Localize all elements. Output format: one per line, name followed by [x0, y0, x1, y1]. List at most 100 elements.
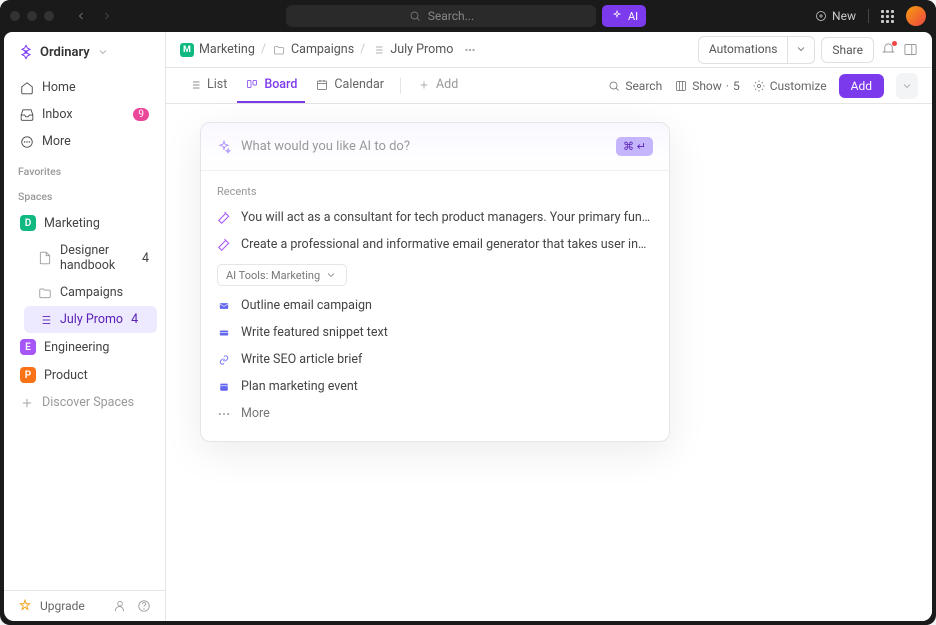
- add-task-dropdown[interactable]: [896, 73, 918, 99]
- recent-item[interactable]: Create a professional and informative em…: [215, 231, 655, 258]
- recent-item[interactable]: You will act as a consultant for tech pr…: [215, 204, 655, 231]
- sidebar-item-july-promo[interactable]: July Promo 4: [24, 306, 157, 333]
- plus-circle-icon: [814, 9, 828, 23]
- traffic-lights: [10, 11, 54, 21]
- chevron-down-icon: [96, 45, 110, 59]
- list-icon: [188, 78, 202, 92]
- automations-dropdown[interactable]: [788, 36, 815, 64]
- close-window[interactable]: [10, 11, 20, 21]
- upgrade-link[interactable]: Upgrade: [40, 599, 85, 613]
- sidebar-footer: Upgrade: [4, 590, 165, 621]
- space-badge: E: [20, 339, 36, 355]
- discover-spaces[interactable]: Discover Spaces: [12, 389, 157, 416]
- nav-forward[interactable]: [96, 5, 118, 27]
- notification-dot: [892, 41, 897, 46]
- breadcrumb-space[interactable]: M Marketing: [180, 42, 255, 57]
- view-board[interactable]: Board: [237, 68, 305, 103]
- breadcrumb-list[interactable]: July Promo: [371, 42, 453, 57]
- space-badge: D: [20, 215, 36, 231]
- wand-icon: [217, 211, 231, 225]
- panel-icon[interactable]: [902, 42, 918, 58]
- minimize-window[interactable]: [27, 11, 37, 21]
- folder-icon: [272, 43, 286, 57]
- toolbar-customize[interactable]: Customize: [752, 79, 827, 93]
- more-dots-icon[interactable]: [463, 43, 477, 57]
- sidebar-item-campaigns[interactable]: Campaigns: [24, 279, 157, 306]
- topbar: Search... AI New: [0, 0, 936, 32]
- ai-sparkle-icon: [217, 140, 231, 154]
- calendar-icon: [315, 78, 329, 92]
- ai-tool-outline-email[interactable]: Outline email campaign: [215, 292, 655, 319]
- mail-icon: [217, 299, 231, 313]
- chevron-left-icon: [74, 9, 88, 23]
- more-dots-icon: [217, 407, 231, 421]
- folder-icon: [38, 286, 52, 300]
- user-avatar[interactable]: [906, 6, 926, 26]
- card-icon: [217, 326, 231, 340]
- space-product[interactable]: P Product: [12, 361, 157, 389]
- sparkle-icon: [610, 9, 624, 23]
- list-icon: [38, 313, 52, 327]
- plus-icon: [20, 396, 34, 410]
- view-calendar[interactable]: Calendar: [307, 68, 392, 103]
- nav-home[interactable]: Home: [12, 74, 157, 101]
- ai-tool-snippet[interactable]: Write featured snippet text: [215, 319, 655, 346]
- search-bar[interactable]: Search...: [286, 5, 596, 27]
- ai-tool-plan-event[interactable]: Plan marketing event: [215, 373, 655, 400]
- space-engineering[interactable]: E Engineering: [12, 333, 157, 361]
- more-icon: [20, 135, 34, 149]
- breadcrumb: M Marketing / Campaigns / July Promo: [166, 32, 932, 68]
- share-button[interactable]: Share: [821, 37, 874, 63]
- ai-tool-seo[interactable]: Write SEO article brief: [215, 346, 655, 373]
- canvas: What would you like AI to do? ⌘ ↵ Recent…: [166, 104, 932, 621]
- toolbar-search[interactable]: Search: [607, 79, 662, 93]
- chevron-right-icon: [100, 9, 114, 23]
- ai-tool-more[interactable]: More: [215, 400, 655, 427]
- view-add[interactable]: Add: [409, 68, 466, 103]
- space-marketing[interactable]: D Marketing: [12, 209, 157, 237]
- breadcrumb-folder[interactable]: Campaigns: [272, 42, 354, 57]
- settings-icon: [752, 79, 766, 93]
- nav-back[interactable]: [70, 5, 92, 27]
- home-icon: [20, 81, 34, 95]
- chevron-down-icon: [900, 79, 914, 93]
- upgrade-icon: [18, 599, 32, 613]
- board-icon: [245, 78, 259, 92]
- app-frame: Search... AI New: [0, 0, 936, 625]
- plus-icon: [417, 78, 431, 92]
- ai-button[interactable]: AI: [602, 5, 646, 27]
- add-task-button[interactable]: Add: [839, 74, 884, 98]
- new-button[interactable]: New: [814, 9, 856, 23]
- list-icon: [371, 43, 385, 57]
- maximize-window[interactable]: [44, 11, 54, 21]
- link-icon: [217, 353, 231, 367]
- nav-inbox[interactable]: Inbox 9: [12, 101, 157, 128]
- view-tabs: List Board Calendar Add: [166, 68, 932, 104]
- ai-panel: What would you like AI to do? ⌘ ↵ Recent…: [200, 122, 670, 442]
- favorites-section-label: Favorites: [4, 157, 165, 182]
- ai-tools-chip[interactable]: AI Tools: Marketing: [217, 264, 347, 286]
- sidebar-item-designer-handbook[interactable]: Designer handbook 4: [24, 237, 157, 279]
- columns-icon: [674, 79, 688, 93]
- inbox-badge: 9: [133, 108, 149, 121]
- ai-input[interactable]: What would you like AI to do?: [241, 139, 606, 154]
- user-icon[interactable]: [113, 599, 127, 613]
- nav-more[interactable]: More: [12, 128, 157, 155]
- spaces-section-label: Spaces: [4, 182, 165, 207]
- ai-shortcut-badge: ⌘ ↵: [616, 137, 653, 156]
- view-list[interactable]: List: [180, 68, 235, 103]
- search-icon: [607, 79, 621, 93]
- content: M Marketing / Campaigns / July Promo: [166, 32, 932, 621]
- automations-button[interactable]: Automations: [698, 36, 789, 64]
- help-icon[interactable]: [137, 599, 151, 613]
- inbox-icon: [20, 108, 34, 122]
- recents-label: Recents: [215, 181, 655, 204]
- ai-header: What would you like AI to do? ⌘ ↵: [201, 123, 669, 171]
- toolbar-show[interactable]: Show · 5: [674, 79, 740, 93]
- chevron-down-icon: [794, 42, 808, 56]
- workspace-switcher[interactable]: Ordinary: [4, 32, 165, 72]
- chevron-down-icon: [324, 268, 338, 282]
- notifications-icon[interactable]: [880, 42, 896, 58]
- apps-grid-icon[interactable]: [881, 10, 894, 23]
- space-badge: P: [20, 367, 36, 383]
